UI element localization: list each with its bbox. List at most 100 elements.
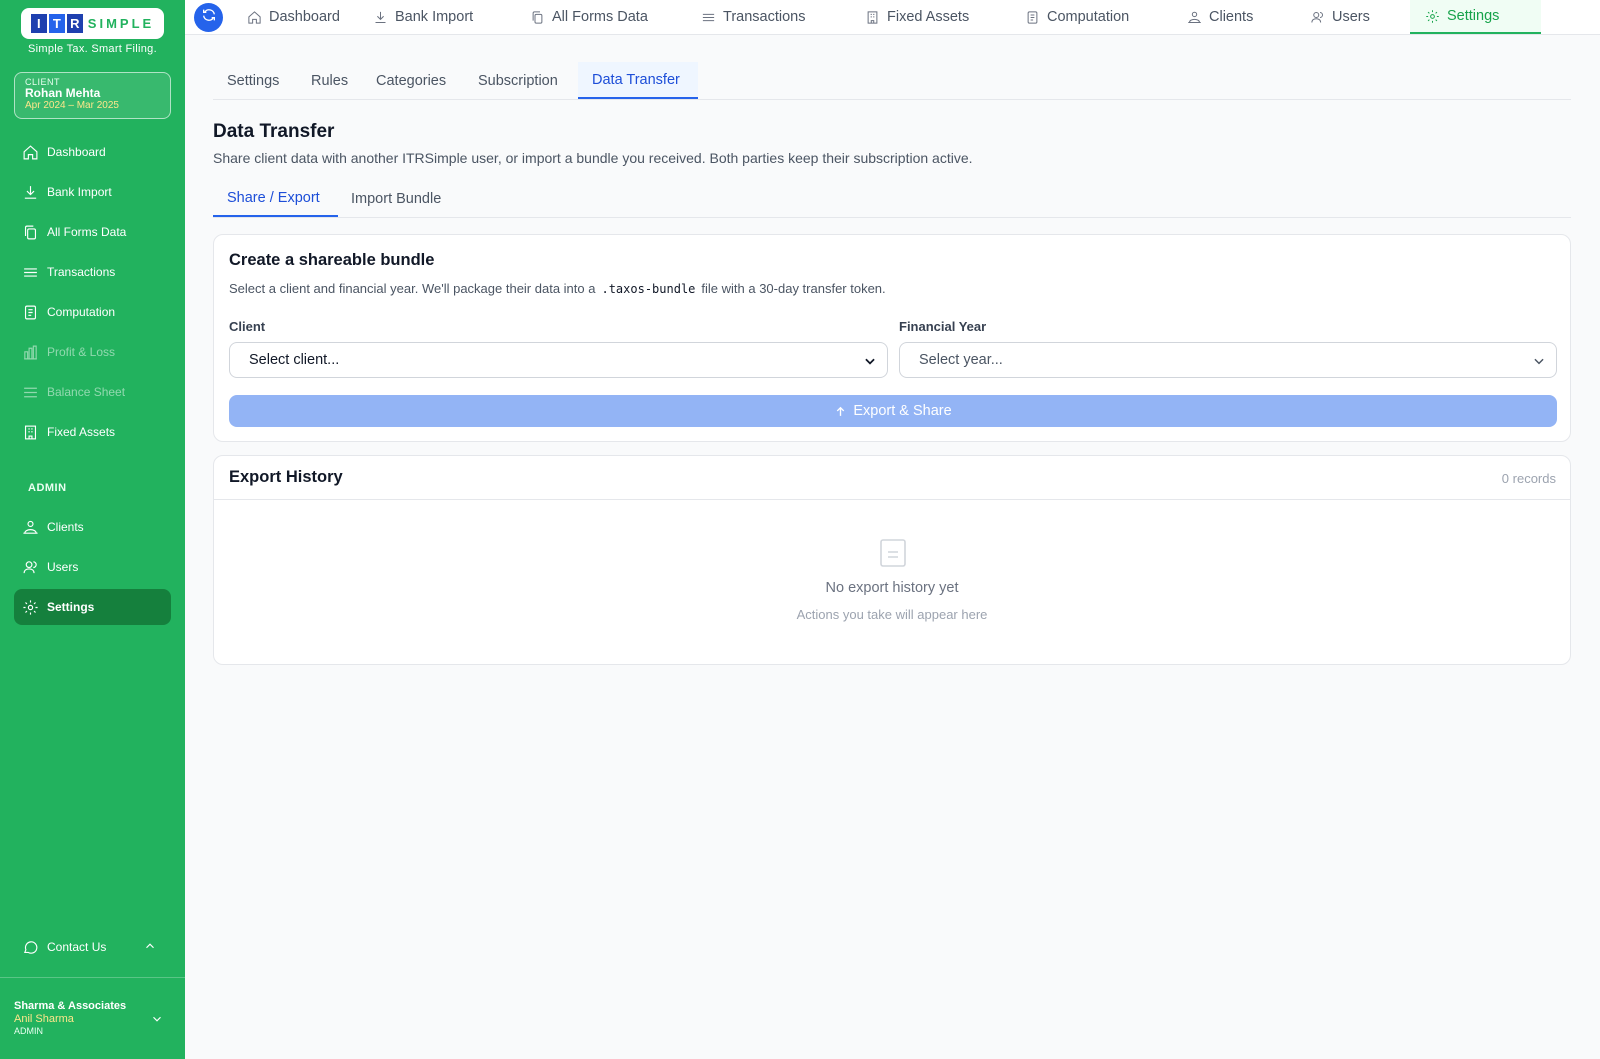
topnav-dashboard[interactable]: Dashboard bbox=[247, 0, 340, 34]
building-icon bbox=[867, 10, 878, 24]
top-nav: Dashboard Bank Import All Forms Data Tra… bbox=[185, 0, 1600, 35]
copy-icon bbox=[532, 10, 543, 24]
chevron-down-icon bbox=[863, 354, 877, 372]
client-select[interactable]: Select client... bbox=[229, 342, 888, 378]
page-subtitle: Share client data with another ITRSimple… bbox=[213, 150, 973, 166]
sidebar-item-clients[interactable]: Clients bbox=[14, 509, 171, 545]
sidebar-item-label: Transactions bbox=[47, 265, 116, 279]
clients-icon bbox=[1188, 11, 1201, 23]
home-icon bbox=[248, 10, 261, 24]
sidebar-item-transactions[interactable]: Transactions bbox=[14, 254, 171, 290]
topnav-label: Bank Import bbox=[395, 9, 474, 25]
export-history-card: Export History 0 records No export histo… bbox=[213, 455, 1571, 665]
refresh-button[interactable] bbox=[194, 3, 223, 32]
sidebar-item-label: Balance Sheet bbox=[47, 385, 126, 399]
export-share-button[interactable]: Export & Share bbox=[229, 395, 1557, 427]
sidebar-item-label: Fixed Assets bbox=[47, 425, 116, 439]
logo[interactable]: I T R SIMPLE bbox=[21, 8, 164, 39]
financial-year-select[interactable]: Select year... bbox=[899, 342, 1557, 378]
history-title: Export History bbox=[229, 468, 343, 486]
data-transfer-tabs: Share / Export Import Bundle bbox=[213, 181, 1571, 218]
sidebar-item-label: Clients bbox=[47, 520, 84, 534]
chart-icon bbox=[20, 342, 40, 362]
topnav-users[interactable]: Users bbox=[1310, 0, 1370, 34]
topnav-settings[interactable]: Settings bbox=[1410, 0, 1541, 34]
topnav-label: Transactions bbox=[723, 9, 806, 25]
download-icon bbox=[20, 182, 40, 202]
desc-text: Select a client and financial year. We'l… bbox=[229, 281, 596, 296]
logo-letter: T bbox=[48, 14, 65, 33]
client-fy: Apr 2024 – Mar 2025 bbox=[25, 100, 119, 111]
sidebar-item-label: Settings bbox=[47, 600, 95, 614]
sidebar-item-users[interactable]: Users bbox=[14, 549, 171, 585]
tagline: Simple Tax. Smart Filing. bbox=[28, 43, 157, 55]
logo-word: SIMPLE bbox=[87, 16, 155, 31]
home-icon bbox=[20, 142, 40, 162]
topnav-all-forms-data[interactable]: All Forms Data bbox=[530, 0, 648, 34]
sidebar-item-label: Dashboard bbox=[47, 145, 106, 159]
tab-data-transfer[interactable]: Data Transfer bbox=[578, 62, 698, 99]
contact-us-label: Contact Us bbox=[47, 940, 107, 954]
sidebar-item-profit-loss[interactable]: Profit & Loss bbox=[14, 334, 171, 370]
card-title: Create a shareable bundle bbox=[229, 251, 435, 269]
sidebar-item-bank-import[interactable]: Bank Import bbox=[14, 174, 171, 210]
topnav-transactions[interactable]: Transactions bbox=[701, 0, 805, 34]
client-label: Client bbox=[229, 319, 266, 334]
tab-import-bundle[interactable]: Import Bundle bbox=[351, 181, 441, 217]
topnav-fixed-assets[interactable]: Fixed Assets bbox=[865, 0, 969, 34]
sidebar-item-label: All Forms Data bbox=[47, 225, 127, 239]
logo-letter: I bbox=[30, 14, 47, 33]
topnav-label: Computation bbox=[1047, 9, 1130, 25]
copy-icon bbox=[20, 222, 40, 242]
sidebar-item-fixed-assets[interactable]: Fixed Assets bbox=[14, 414, 171, 450]
arrow-up-icon bbox=[834, 405, 847, 418]
records-count: 0 records bbox=[1501, 471, 1556, 486]
sidebar-item-settings[interactable]: Settings bbox=[14, 589, 171, 625]
client-card[interactable]: CLIENT Rohan Mehta Apr 2024 – Mar 2025 bbox=[14, 72, 171, 119]
create-bundle-card: Create a shareable bundle Select a clien… bbox=[213, 234, 1571, 442]
topnav-label: Dashboard bbox=[269, 9, 340, 25]
financial-year-label: Financial Year bbox=[899, 319, 987, 334]
building-icon bbox=[20, 422, 40, 442]
empty-state-subtitle: Actions you take will appear here bbox=[796, 607, 988, 622]
export-share-label: Export & Share bbox=[853, 403, 952, 419]
tab-settings[interactable]: Settings bbox=[227, 62, 279, 99]
users-icon bbox=[20, 557, 40, 577]
sidebar-item-all-forms-data[interactable]: All Forms Data bbox=[14, 214, 171, 250]
topnav-clients[interactable]: Clients bbox=[1187, 0, 1253, 34]
chevron-down-icon[interactable] bbox=[150, 1012, 164, 1031]
tab-share-export[interactable]: Share / Export bbox=[213, 181, 338, 217]
tab-rules[interactable]: Rules bbox=[311, 62, 348, 99]
topnav-label: Settings bbox=[1447, 8, 1500, 24]
topnav-label: Clients bbox=[1209, 9, 1254, 25]
history-header: Export History 0 records bbox=[214, 456, 1570, 500]
download-icon bbox=[375, 11, 386, 23]
sidebar-item-computation[interactable]: Computation bbox=[14, 294, 171, 330]
topnav-label: Fixed Assets bbox=[887, 9, 970, 25]
sidebar-item-label: Profit & Loss bbox=[47, 345, 116, 359]
lines-icon bbox=[702, 13, 715, 21]
fy-select-value: Select year... bbox=[919, 352, 1003, 368]
sidebar-item-dashboard[interactable]: Dashboard bbox=[14, 134, 171, 170]
tab-subscription[interactable]: Subscription bbox=[478, 62, 558, 99]
empty-document-icon bbox=[880, 539, 906, 572]
topnav-computation[interactable]: Computation bbox=[1025, 0, 1129, 34]
sidebar-divider bbox=[0, 977, 185, 978]
contact-us-button[interactable]: Contact Us bbox=[14, 929, 171, 965]
logo-letter: R bbox=[66, 14, 83, 33]
tab-categories[interactable]: Categories bbox=[376, 62, 446, 99]
sidebar-item-balance-sheet[interactable]: Balance Sheet bbox=[14, 374, 171, 410]
firm-name: Sharma & Associates bbox=[14, 1000, 127, 1012]
sidebar-item-label: Computation bbox=[47, 305, 116, 319]
desc-text: file with a 30-day transfer token. bbox=[701, 281, 886, 296]
gear-icon bbox=[1426, 9, 1439, 23]
lines-icon bbox=[20, 262, 40, 282]
sidebar: I T R SIMPLE Simple Tax. Smart Filing. C… bbox=[0, 0, 185, 1059]
bundle-extension: .taxos-bundle bbox=[601, 281, 696, 296]
refresh-icon bbox=[201, 7, 217, 28]
sidebar-item-label: Bank Import bbox=[47, 185, 112, 199]
gear-icon bbox=[20, 597, 40, 617]
chat-icon bbox=[20, 937, 40, 957]
document-icon bbox=[1027, 10, 1038, 24]
topnav-bank-import[interactable]: Bank Import bbox=[373, 0, 473, 34]
